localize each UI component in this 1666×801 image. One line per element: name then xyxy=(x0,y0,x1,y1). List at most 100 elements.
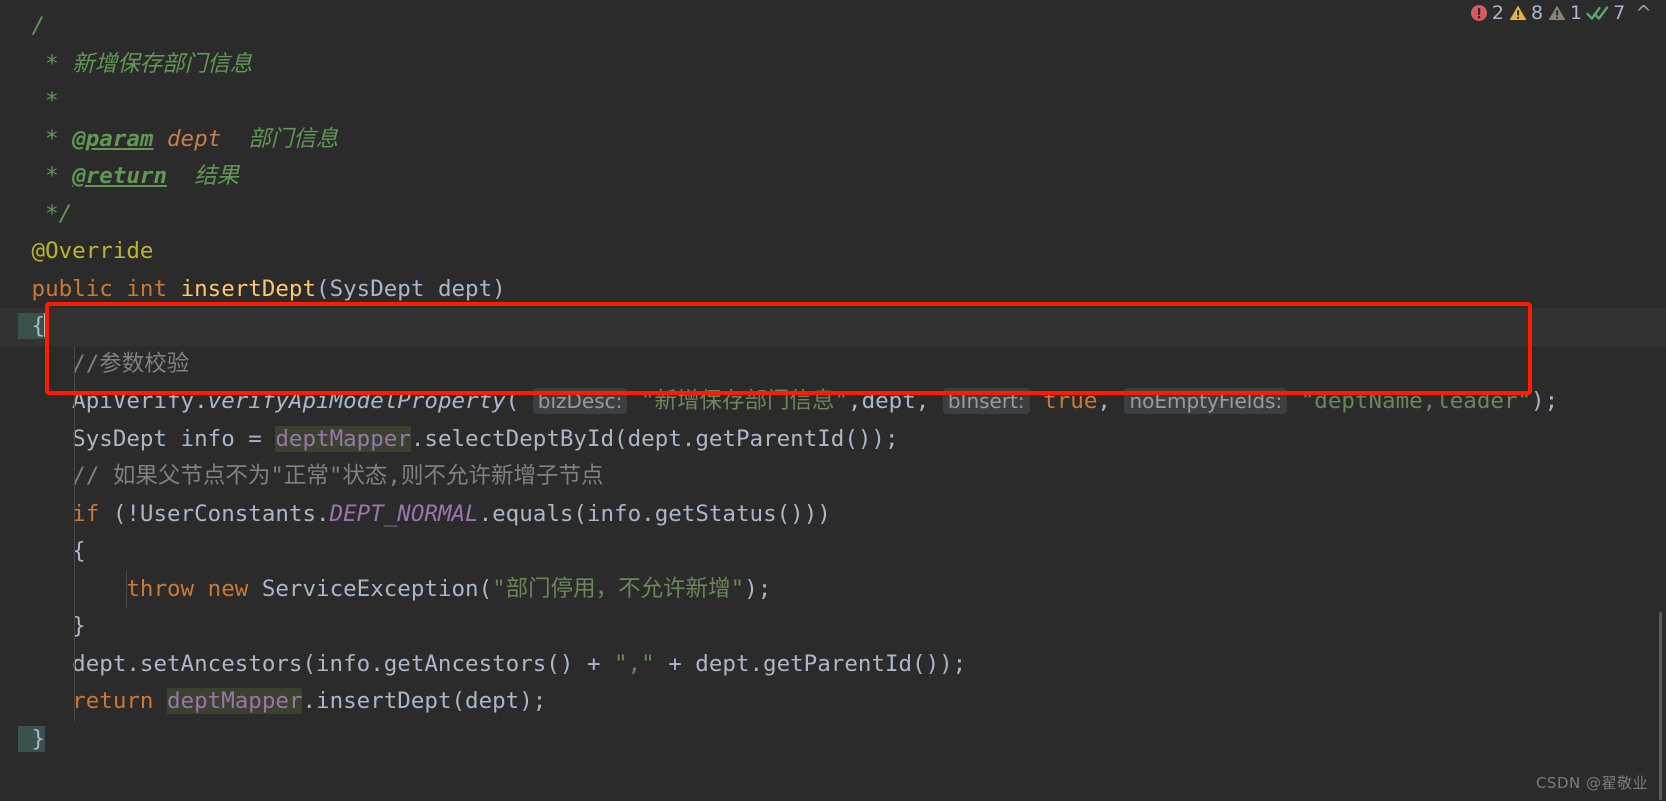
code-line-javadoc-return[interactable]: * @return 结果 xyxy=(0,158,1666,196)
code-token: dept xyxy=(861,388,916,414)
code-line-if-open-brace[interactable]: { xyxy=(0,533,1666,571)
code-token: * xyxy=(18,125,73,152)
code-token: .insertDept(dept); xyxy=(302,688,547,714)
double-check-icon xyxy=(1586,3,1610,23)
code-token: deptMapper xyxy=(275,425,411,452)
code-token: (!UserConstants. xyxy=(112,500,330,527)
code-token: // 如果父节点不为"正常"状态,则不允许新增子节点 xyxy=(18,463,604,489)
code-area[interactable]: / * 新增保存部门信息 * * @param dept 部门信息 * @ret… xyxy=(0,0,1666,758)
indent-guide xyxy=(74,608,75,646)
code-token: , xyxy=(915,388,943,414)
warning-count: 8 xyxy=(1530,2,1544,24)
code-line-method-close-brace[interactable]: } xyxy=(0,721,1666,759)
code-line-if-close-brace[interactable]: } xyxy=(0,608,1666,646)
indent-guide xyxy=(74,383,75,421)
code-token: ServiceException( xyxy=(261,575,493,602)
code-token: } xyxy=(18,725,46,752)
code-token: 部门信息 xyxy=(221,125,339,152)
code-line-javadoc-close[interactable]: */ xyxy=(0,196,1666,234)
indent-guide xyxy=(126,570,127,608)
code-token: dept xyxy=(167,125,222,152)
code-token: DEPT_NORMAL xyxy=(329,500,479,527)
code-token: return xyxy=(18,688,168,714)
code-line-method-signature[interactable]: public int insertDept(SysDept dept) xyxy=(0,271,1666,309)
code-token: dept.setAncestors(info.getAncestors() + xyxy=(18,650,615,677)
weak-warning-count: 1 xyxy=(1570,2,1583,24)
code-token xyxy=(44,313,47,337)
code-line-select-dept-by-id[interactable]: SysDept info = deptMapper.selectDeptById… xyxy=(0,420,1666,458)
indent-guide xyxy=(74,645,75,683)
code-token: bizDesc: xyxy=(532,388,628,414)
code-line-override-annotation[interactable]: @Override xyxy=(0,233,1666,271)
inspection-widget[interactable]: 2 8 1 7 ^ xyxy=(1469,2,1652,24)
code-token: .selectDeptById(dept.getParentId()); xyxy=(410,425,899,452)
code-token: * xyxy=(18,88,59,114)
code-token: ); xyxy=(1531,388,1559,414)
code-line-comment-param-check[interactable]: //参数校验 xyxy=(0,345,1666,383)
code-token: + dept.getParentId()); xyxy=(654,650,967,677)
code-line-javadoc-open[interactable]: / xyxy=(0,8,1666,46)
indent-guide xyxy=(74,533,75,571)
code-token: 结果 xyxy=(167,163,240,189)
code-line-throw-service-exception[interactable]: throw new ServiceException("部门停用，不允许新增")… xyxy=(0,570,1666,608)
code-token: */ xyxy=(18,200,73,227)
code-line-method-open-brace[interactable]: { xyxy=(0,308,1666,346)
weak-warning-triangle-icon xyxy=(1547,3,1567,23)
indent-guide xyxy=(74,458,75,496)
code-token: } xyxy=(18,613,86,639)
code-token: if xyxy=(18,500,113,527)
code-line-set-ancestors[interactable]: dept.setAncestors(info.getAncestors() + … xyxy=(0,645,1666,683)
code-token: , xyxy=(1097,388,1125,414)
code-token: ( xyxy=(505,388,533,414)
code-token: 新增保存部门信息 xyxy=(72,50,253,77)
code-token: noEmptyFields: xyxy=(1124,388,1288,414)
code-token: public xyxy=(18,275,127,302)
checks-passed-group[interactable]: 7 xyxy=(1586,2,1625,24)
vertical-scrollbar-thumb[interactable] xyxy=(1659,612,1662,800)
code-line-comment-parent-status[interactable]: // 如果父节点不为"正常"状态,则不允许新增子节点 xyxy=(0,458,1666,496)
code-line-javadoc-blank[interactable]: * xyxy=(0,83,1666,121)
code-token: "deptName,leader" xyxy=(1287,388,1532,414)
indent-guide xyxy=(74,683,75,721)
code-token: * xyxy=(18,50,73,77)
indent-guide xyxy=(74,570,75,608)
error-count-group[interactable]: 2 xyxy=(1469,2,1504,24)
code-token: { xyxy=(18,538,86,564)
indent-guide xyxy=(74,495,75,533)
code-token: @Override xyxy=(18,238,154,264)
code-token: //参数校验 xyxy=(18,350,190,377)
error-circle-icon xyxy=(1469,3,1489,23)
code-line-return-insert-dept[interactable]: return deptMapper.insertDept(dept); xyxy=(0,683,1666,721)
code-token: , xyxy=(848,388,862,414)
warning-triangle-icon xyxy=(1508,3,1528,23)
code-token: / xyxy=(18,13,46,39)
code-token: @param xyxy=(72,125,154,152)
warning-count-group[interactable]: 8 xyxy=(1508,2,1543,24)
code-token: ApiVerify. xyxy=(18,388,208,414)
code-token: * xyxy=(18,163,73,189)
indent-guide xyxy=(74,420,75,458)
code-token: (SysDept dept) xyxy=(316,275,506,302)
code-line-api-verify-call[interactable]: ApiVerify.verifyApiModelProperty( bizDes… xyxy=(0,383,1666,421)
code-token: throw new xyxy=(18,575,262,602)
code-token: .equals(info.getStatus())) xyxy=(478,500,831,527)
code-line-javadoc-param[interactable]: * @param dept 部门信息 xyxy=(0,121,1666,159)
code-token: deptMapper xyxy=(167,688,303,714)
code-token: int xyxy=(126,275,181,302)
code-token: bInsert: xyxy=(942,388,1030,414)
code-token: SysDept info = xyxy=(18,425,276,452)
code-line-javadoc-summary[interactable]: * 新增保存部门信息 xyxy=(0,46,1666,84)
watermark: CSDN @翟敬业 xyxy=(1535,774,1648,792)
code-token: insertDept xyxy=(180,275,317,302)
indent-guide xyxy=(74,345,75,383)
code-token: "," xyxy=(614,650,655,677)
code-editor-pane[interactable]: / * 新增保存部门信息 * * @param dept 部门信息 * @ret… xyxy=(0,0,1666,801)
checks-passed-count: 7 xyxy=(1613,2,1626,24)
code-token: true xyxy=(1029,388,1098,414)
code-token: ); xyxy=(744,575,772,602)
weak-warning-count-group[interactable]: 1 xyxy=(1547,2,1582,24)
code-line-if-dept-normal[interactable]: if (!UserConstants.DEPT_NORMAL.equals(in… xyxy=(0,495,1666,533)
chevron-up-icon[interactable]: ^ xyxy=(1635,3,1652,23)
code-token: @return xyxy=(72,163,168,189)
